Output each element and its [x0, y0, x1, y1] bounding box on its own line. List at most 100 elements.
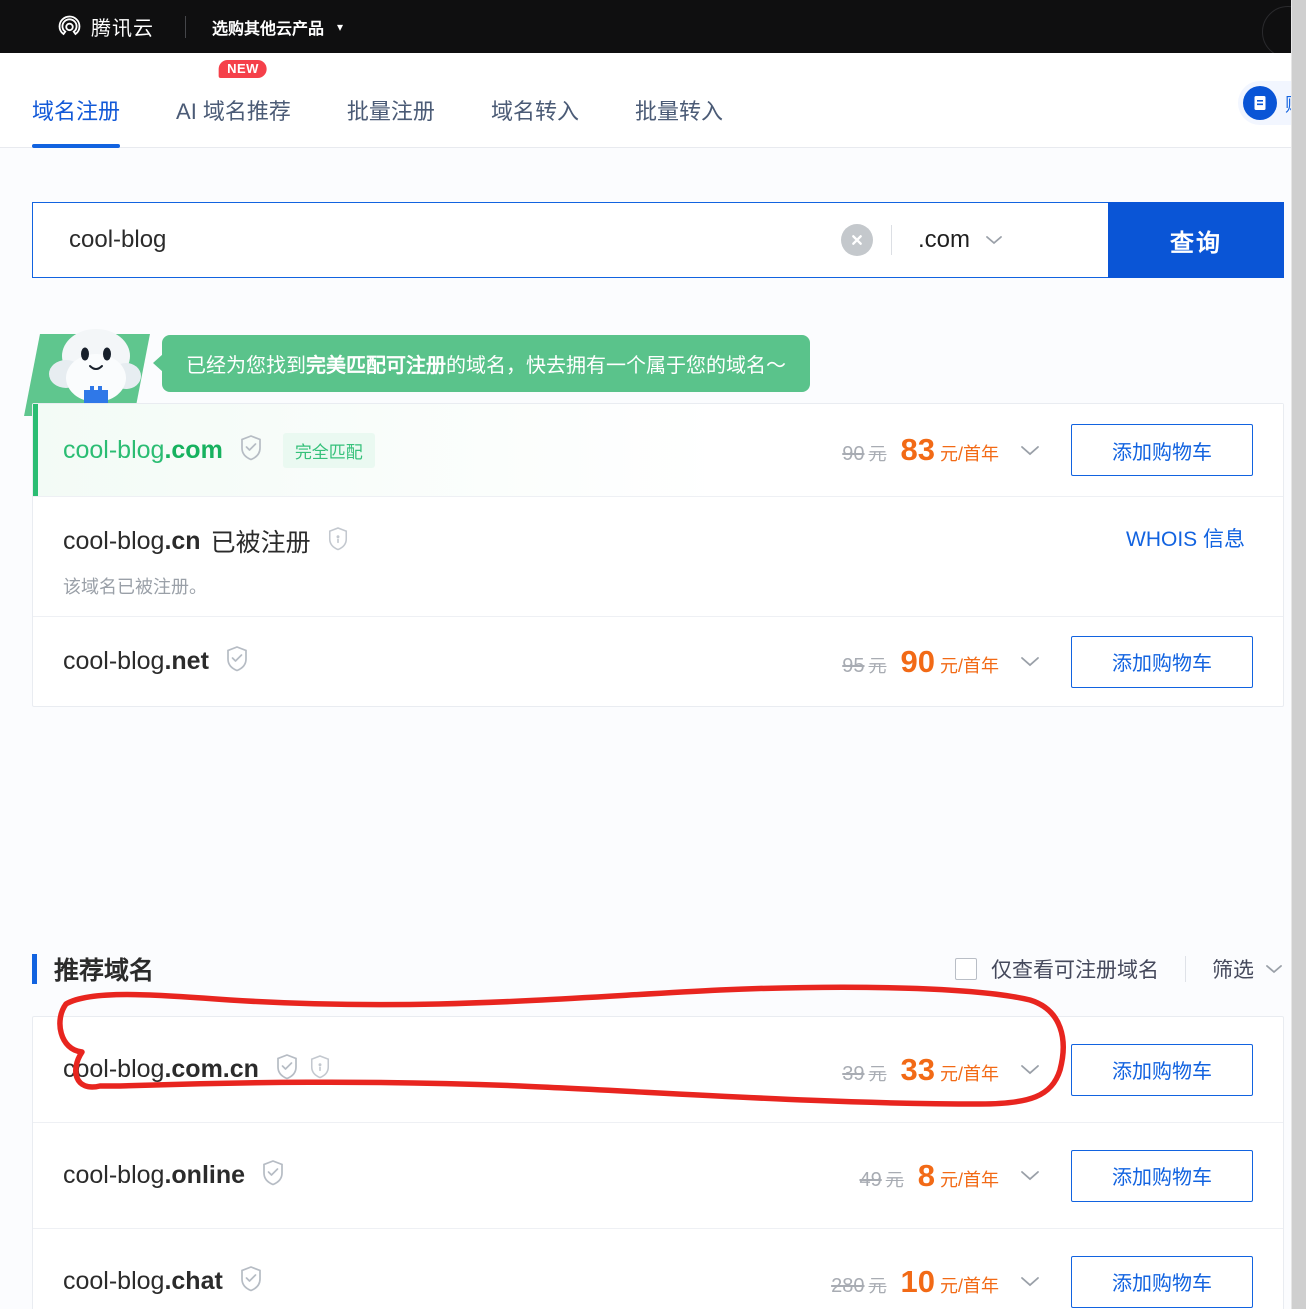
page-root: 腾讯云 选购其他云产品 ▾ 域名注册 NEW AI 域名推荐 批量注册 域名转入…	[0, 0, 1306, 1309]
domain-sld: cool-blog	[63, 526, 165, 555]
original-price-unit: 元	[868, 1275, 887, 1296]
available-only-label[interactable]: 仅查看可注册域名	[991, 954, 1159, 984]
chevron-down-icon[interactable]	[1019, 1169, 1041, 1182]
exact-match-badge: 完全匹配	[282, 432, 375, 468]
add-to-cart-button[interactable]: 添加购物车	[1071, 1043, 1253, 1096]
current-price-unit: 元/首年	[939, 1275, 999, 1296]
recommended-row-online[interactable]: cool-blog.online 49 元 8 元/首年 添加购物车	[33, 1123, 1283, 1229]
domain-tld: .net	[164, 647, 209, 675]
price-block: 95 元 90 元/首年	[842, 644, 1041, 680]
section-controls: 仅查看可注册域名 筛选	[955, 954, 1284, 984]
tab-ai-domain-recommend[interactable]: NEW AI 域名推荐	[176, 60, 291, 148]
tab-bulk-transfer-in[interactable]: 批量转入	[635, 94, 723, 148]
domain-name: cool-blog.cn	[63, 527, 201, 556]
original-price-unit: 元	[868, 444, 887, 464]
new-badge: NEW	[219, 60, 267, 78]
add-to-cart-button[interactable]: 添加购物车	[1071, 1149, 1253, 1202]
search-input[interactable]	[33, 226, 841, 254]
domain-sld: cool-blog	[63, 647, 165, 675]
search-box: .com	[32, 202, 1108, 278]
price-block: 90 元 83 元/首年	[842, 432, 1041, 468]
tld-select[interactable]: .com	[918, 226, 1108, 254]
tab-label: 域名注册	[32, 99, 121, 124]
clear-icon[interactable]	[841, 224, 873, 256]
chevron-down-icon[interactable]	[1019, 1275, 1041, 1288]
taken-label: 已被注册	[210, 529, 311, 557]
recommended-card: cool-blog.com.cn 39 元 33 元/首年 添加购物车 cool-b…	[32, 1016, 1284, 1309]
tab-domain-register[interactable]: 域名注册	[32, 94, 121, 148]
original-price: 39	[842, 1062, 865, 1085]
tab-bulk-register[interactable]: 批量注册	[347, 94, 435, 148]
result-row-cn: cool-blog.cn 已被注册 该域名已被注册。 WHOIS 信息	[33, 497, 1283, 617]
section-divider	[1185, 956, 1186, 982]
shield-check-icon[interactable]	[239, 1265, 263, 1298]
filter-label: 筛选	[1212, 959, 1254, 982]
vertical-scrollbar[interactable]	[1292, 0, 1306, 1309]
chevron-down-icon[interactable]	[1019, 444, 1041, 457]
tab-list: 域名注册 NEW AI 域名推荐 批量注册 域名转入 批量转入	[0, 53, 1292, 148]
shield-info-icon[interactable]	[327, 526, 349, 557]
search-divider	[891, 225, 892, 255]
result-row-net[interactable]: cool-blog.net 95 元 90 元/首年 添加购物车	[33, 617, 1283, 706]
domain-sld: cool-blog	[63, 1055, 165, 1083]
chevron-down-icon[interactable]	[1019, 1063, 1041, 1076]
search-bar: .com 查询	[32, 202, 1284, 278]
recommended-row-comcn[interactable]: cool-blog.com.cn 39 元 33 元/首年 添加购物车	[33, 1017, 1283, 1123]
chevron-down-icon	[1266, 965, 1282, 974]
domain-sld: cool-blog	[63, 1161, 165, 1189]
original-price: 280	[831, 1274, 865, 1297]
shield-check-icon[interactable]	[275, 1053, 299, 1086]
original-price: 90	[842, 443, 865, 465]
top-bar: 腾讯云 选购其他云产品 ▾	[0, 0, 1306, 58]
original-price: 95	[842, 654, 865, 677]
banner-text-strong: 完美匹配可注册	[306, 355, 446, 377]
original-price-unit: 元	[885, 1169, 904, 1190]
shield-check-icon[interactable]	[225, 645, 249, 678]
domain-sld: cool-blog	[63, 1267, 165, 1295]
tencent-cloud-logo-icon	[58, 15, 81, 36]
tab-label: 域名转入	[490, 99, 579, 124]
banner-text-suffix: 的域名，快去拥有一个属于您的域名～	[446, 355, 786, 377]
domain-tld: .cn	[164, 526, 201, 555]
whois-link[interactable]: WHOIS 信息	[1126, 523, 1245, 553]
chevron-down-icon[interactable]	[1019, 655, 1041, 668]
tab-domain-transfer-in[interactable]: 域名转入	[491, 94, 579, 148]
current-price: 90	[900, 643, 935, 679]
section-accent-bar	[32, 954, 37, 984]
chevron-down-icon	[986, 236, 1002, 245]
original-price-unit: 元	[868, 655, 887, 676]
result-row-com[interactable]: cool-blog.com 完全匹配 90 元 83 元/首年 添加购物车	[33, 404, 1283, 497]
brand[interactable]: 腾讯云	[55, 12, 154, 41]
domain-name: cool-blog.com	[63, 436, 223, 465]
banner-text-prefix: 已经为您找到	[186, 355, 306, 377]
add-to-cart-button[interactable]: 添加购物车	[1071, 1255, 1253, 1308]
shield-check-icon[interactable]	[261, 1159, 285, 1192]
available-only-checkbox[interactable]	[955, 958, 977, 980]
domain-tld: .com.cn	[164, 1055, 259, 1083]
current-price-unit: 元/首年	[939, 1063, 999, 1084]
add-to-cart-button[interactable]: 添加购物车	[1071, 635, 1253, 688]
filter-button[interactable]: 筛选	[1212, 954, 1284, 984]
current-price-unit: 元/首年	[939, 444, 999, 464]
taken-subnote: 该域名已被注册。	[63, 577, 207, 597]
topbar-divider	[185, 15, 186, 38]
domain-tld: .chat	[164, 1267, 223, 1295]
chevron-down-icon[interactable]: ▾	[337, 20, 343, 34]
shield-info-icon[interactable]	[309, 1054, 331, 1085]
content-area: .com 查询 已经为您找到 完美匹配可注册 的域	[0, 148, 1292, 1309]
search-button[interactable]: 查询	[1108, 202, 1284, 278]
search-result-card: cool-blog.com 完全匹配 90 元 83 元/首年 添加购物车 cool…	[32, 403, 1284, 707]
add-to-cart-button[interactable]: 添加购物车	[1071, 424, 1253, 476]
tab-label: 批量转入	[634, 99, 723, 124]
shield-check-icon[interactable]	[239, 434, 263, 467]
result-banner: 已经为您找到 完美匹配可注册 的域名，快去拥有一个属于您的域名～	[24, 320, 1284, 416]
brand-name: 腾讯云	[91, 18, 154, 40]
domain-name: cool-blog.net	[63, 647, 209, 676]
banner-message: 已经为您找到 完美匹配可注册 的域名，快去拥有一个属于您的域名～	[153, 335, 810, 392]
original-price: 49	[859, 1168, 882, 1191]
current-price: 83	[900, 432, 935, 467]
price-block: 49 元 8 元/首年	[859, 1158, 1041, 1194]
product-menu-label[interactable]: 选购其他云产品	[212, 15, 324, 39]
domain-tld: .com	[164, 435, 223, 464]
recommended-row-chat[interactable]: cool-blog.chat 280 元 10 元/首年 添加购物车	[33, 1229, 1283, 1309]
